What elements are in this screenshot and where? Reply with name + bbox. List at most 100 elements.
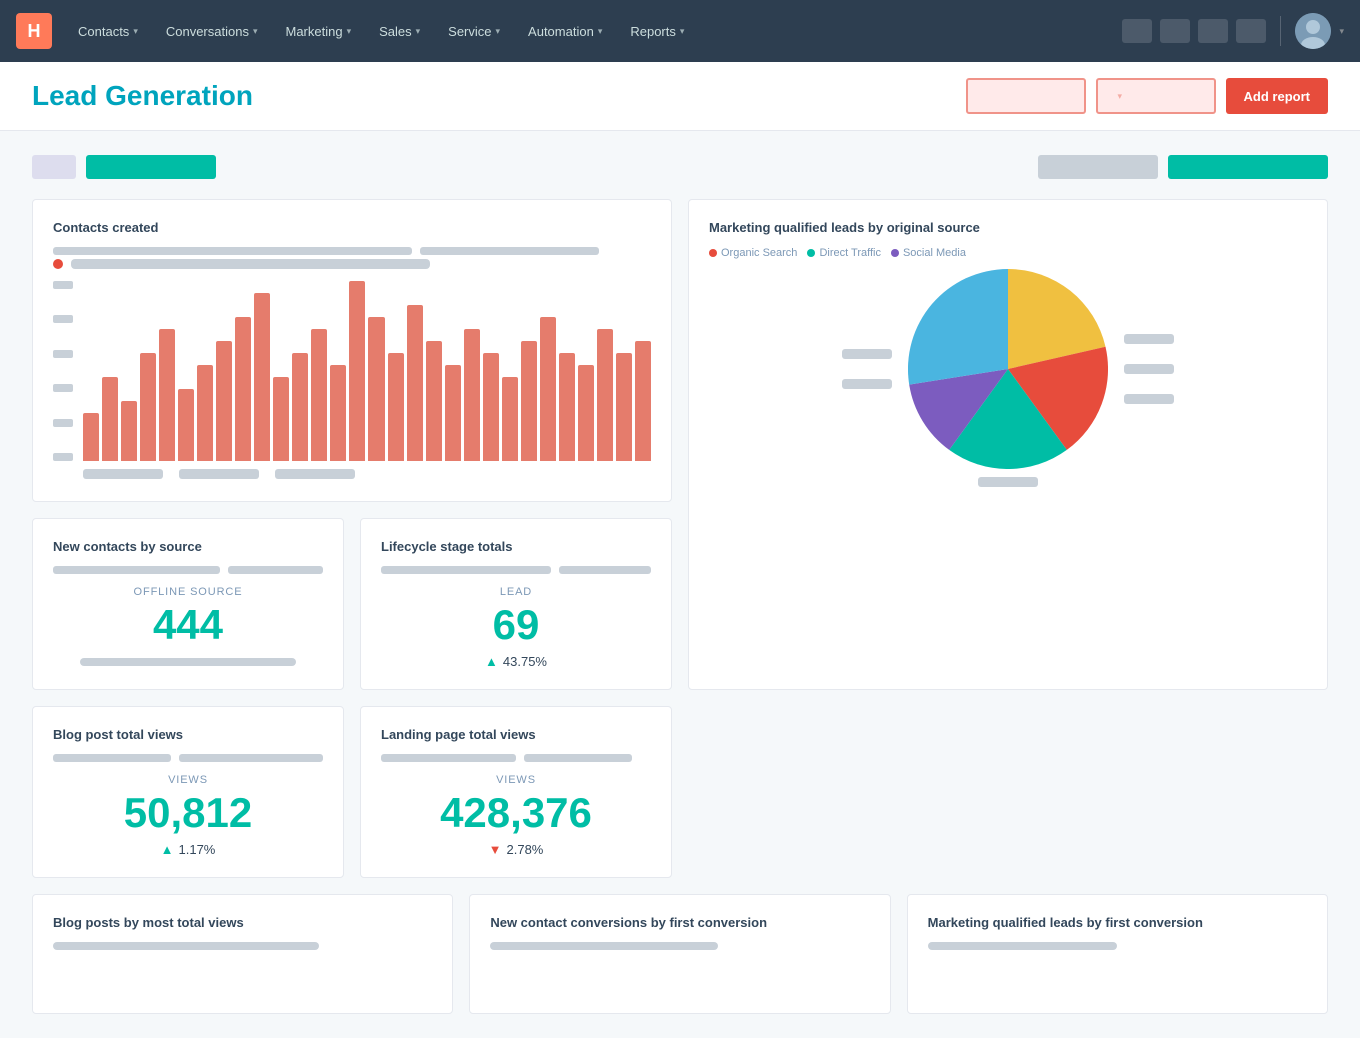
lifecycle-metric-label: LEAD [381, 586, 651, 598]
nav-service[interactable]: Service ▾ [438, 16, 510, 47]
nav-icon-btn-4[interactable] [1236, 19, 1266, 43]
bar-item [559, 281, 575, 461]
user-avatar[interactable] [1295, 13, 1331, 49]
toolbar-date-range[interactable] [1038, 155, 1158, 179]
landing-page-title: Landing page total views [381, 727, 651, 742]
y-label-4 [53, 384, 73, 392]
toolbar-left [32, 155, 216, 179]
chart-label-1 [83, 469, 163, 479]
legend-dot-2 [807, 249, 815, 257]
lifecycle-stage-card: Lifecycle stage totals LEAD 69 ▲ 43.75% [360, 518, 672, 690]
header-actions: ▾ Add report [966, 78, 1328, 114]
y-label-5 [53, 419, 73, 427]
bar-item [483, 281, 499, 461]
legend-label-2: Direct Traffic [819, 247, 881, 259]
bottom-bar-3 [928, 942, 1118, 950]
bar-item [464, 281, 480, 461]
bar-chart-container [53, 281, 651, 481]
pie-label-left-2 [842, 379, 892, 389]
svg-text:H: H [28, 21, 41, 41]
page-header: Lead Generation ▾ Add report [0, 62, 1360, 131]
blog-posts-most-title: Blog posts by most total views [53, 915, 432, 930]
top-bar-1 [53, 247, 412, 255]
chevron-down-icon: ▾ [253, 26, 258, 37]
chevron-down-icon: ▾ [598, 26, 603, 37]
bar-item [235, 281, 251, 461]
toolbar-chip[interactable] [32, 155, 76, 179]
lc-top-bar-1 [381, 566, 551, 574]
nav-automation[interactable]: Automation ▾ [518, 16, 612, 47]
y-axis-labels [53, 281, 81, 461]
blog-metric-label: VIEWS [53, 774, 323, 786]
toolbar-row [32, 155, 1328, 179]
pie-bottom-label [709, 477, 1307, 487]
bar-item [292, 281, 308, 461]
blog-post-views-card: Blog post total views VIEWS 50,812 ▲ 1.1… [32, 706, 344, 878]
nav-icon-btn-2[interactable] [1160, 19, 1190, 43]
new-contacts-title: New contacts by source [53, 539, 323, 554]
nc-top-bar-2 [228, 566, 323, 574]
filter-button-2[interactable]: ▾ [1096, 78, 1216, 114]
nav-icon-btn-1[interactable] [1122, 19, 1152, 43]
chart-labels [53, 469, 651, 479]
nav-icon-btn-3[interactable] [1198, 19, 1228, 43]
lp-top-bar-1 [381, 754, 516, 762]
nav-reports[interactable]: Reports ▾ [620, 16, 694, 47]
landing-metric-value: 428,376 [381, 790, 651, 836]
bar-item [388, 281, 404, 461]
filter-button-1[interactable] [966, 78, 1086, 114]
legend-item-3: Social Media [891, 247, 966, 259]
bar-item [311, 281, 327, 461]
bar-item [83, 281, 99, 461]
bar-item [635, 281, 651, 461]
bar-item [197, 281, 213, 461]
legend-item-1: Organic Search [709, 247, 797, 259]
navbar-right: ▾ [1122, 13, 1344, 49]
landing-page-views-card: Landing page total views VIEWS 428,376 ▼… [360, 706, 672, 878]
top-bar-2 [420, 247, 599, 255]
chevron-down-icon: ▾ [347, 26, 352, 37]
pie-chart-svg [908, 269, 1108, 469]
lifecycle-top-bars [381, 566, 651, 574]
pie-label-right-3 [1124, 394, 1174, 404]
cards-grid: Contacts created [32, 199, 1328, 878]
toolbar-active-filter[interactable] [86, 155, 216, 179]
dot-red [53, 259, 63, 269]
nav-sales[interactable]: Sales ▾ [369, 16, 430, 47]
blog-metric-value: 50,812 [53, 790, 323, 836]
bar-item [426, 281, 442, 461]
mql-source-card: Marketing qualified leads by original so… [688, 199, 1328, 690]
nav-contacts[interactable]: Contacts ▾ [68, 16, 148, 47]
nav-marketing[interactable]: Marketing ▾ [275, 16, 361, 47]
y-label-3 [53, 350, 73, 358]
bar-item [407, 281, 423, 461]
pie-bottom-chip [978, 477, 1038, 487]
new-contacts-top-bars [53, 566, 323, 574]
pie-area [709, 269, 1307, 469]
hubspot-logo[interactable]: H [16, 13, 52, 49]
add-report-button[interactable]: Add report [1226, 78, 1328, 114]
landing-down-arrow-icon: ▼ [489, 842, 502, 857]
legend-label-3: Social Media [903, 247, 966, 259]
new-contact-conversions-card: New contact conversions by first convers… [469, 894, 890, 1014]
blog-top-bars [53, 754, 323, 762]
up-arrow-icon: ▲ [485, 654, 498, 669]
contacts-top-bars [53, 247, 651, 255]
mql-first-conv-title: Marketing qualified leads by first conve… [928, 915, 1307, 930]
new-contacts-source-card: New contacts by source OFFLINE SOURCE 44… [32, 518, 344, 690]
bar-item [445, 281, 461, 461]
bar-item [349, 281, 365, 461]
bar-item [102, 281, 118, 461]
new-contact-conv-title: New contact conversions by first convers… [490, 915, 869, 930]
toolbar-compare[interactable] [1168, 155, 1328, 179]
bar-item [178, 281, 194, 461]
bar-item [121, 281, 137, 461]
nav-conversations[interactable]: Conversations ▾ [156, 16, 268, 47]
bar-item [368, 281, 384, 461]
bar-chart [53, 281, 651, 461]
toolbar-right [1038, 155, 1328, 179]
mql-first-conversion-card: Marketing qualified leads by first conve… [907, 894, 1328, 1014]
y-label-6 [53, 453, 73, 461]
bottom-bar-2 [490, 942, 718, 950]
y-label-2 [53, 315, 73, 323]
